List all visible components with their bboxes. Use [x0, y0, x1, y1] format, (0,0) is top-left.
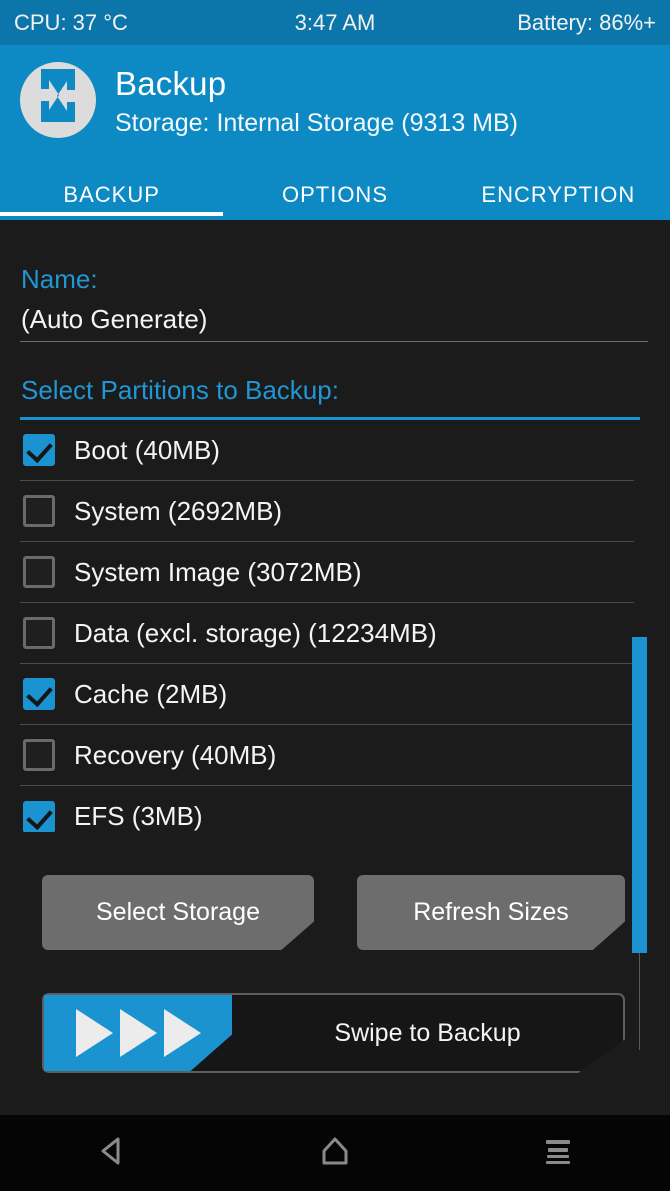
partition-row-system[interactable]: System (2692MB)	[20, 481, 634, 542]
page-title: Backup	[115, 65, 227, 102]
twrp-app-window: CPU: 37 °C 3:47 AM Battery: 86%+ Backup …	[0, 0, 670, 1191]
swipe-label: Swipe to Backup	[334, 1018, 521, 1047]
name-field-underline	[20, 341, 648, 342]
back-triangle-icon	[94, 1133, 130, 1174]
active-tab-indicator	[0, 212, 223, 216]
checkbox-unchecked-icon[interactable]	[23, 556, 55, 588]
status-bar: CPU: 37 °C 3:47 AM Battery: 86%+	[0, 0, 670, 45]
partition-label: EFS (3MB)	[74, 801, 203, 831]
checkbox-unchecked-icon[interactable]	[23, 495, 55, 527]
twrp-logo-icon	[20, 62, 96, 138]
partition-row-data[interactable]: Data (excl. storage) (12234MB)	[20, 603, 634, 664]
partition-label: Recovery (40MB)	[74, 739, 277, 770]
select-storage-button[interactable]: Select Storage	[42, 875, 314, 950]
triple-play-arrow-icon[interactable]	[44, 995, 232, 1071]
partition-list[interactable]: Boot (40MB) System (2692MB) System Image…	[20, 420, 634, 832]
home-icon	[317, 1133, 353, 1174]
swipe-to-backup-bar[interactable]: Swipe to Backup	[42, 993, 625, 1073]
checkbox-unchecked-icon[interactable]	[23, 617, 55, 649]
checkbox-checked-icon[interactable]	[23, 800, 55, 832]
play-arrow-icon	[119, 1009, 157, 1057]
storage-info: Storage: Internal Storage (9313 MB)	[115, 109, 519, 137]
partition-label: Data (excl. storage) (12234MB)	[74, 617, 437, 648]
play-arrow-icon	[75, 1009, 113, 1057]
partition-label: System Image (3072MB)	[74, 556, 362, 587]
play-arrow-icon	[163, 1009, 201, 1057]
partition-row-recovery[interactable]: Recovery (40MB)	[20, 725, 634, 786]
battery-status: Battery: 86%+	[517, 9, 656, 35]
nav-menu-button[interactable]	[447, 1115, 670, 1191]
tab-options[interactable]: OPTIONS	[223, 170, 446, 220]
partition-label: Cache (2MB)	[74, 678, 228, 709]
refresh-sizes-button[interactable]: Refresh Sizes	[357, 875, 625, 950]
android-navigation-bar	[0, 1115, 670, 1191]
name-label: Name:	[21, 264, 98, 294]
partition-row-cache[interactable]: Cache (2MB)	[20, 664, 634, 725]
main-content: Name: (Auto Generate) Select Partitions …	[0, 220, 670, 1115]
app-header: Backup Storage: Internal Storage (9313 M…	[0, 45, 670, 220]
checkbox-unchecked-icon[interactable]	[23, 739, 55, 771]
nav-home-button[interactable]	[223, 1115, 446, 1191]
partition-label: System (2692MB)	[74, 495, 283, 526]
menu-lines-icon	[540, 1133, 576, 1174]
checkbox-checked-icon[interactable]	[23, 678, 55, 710]
nav-back-button[interactable]	[0, 1115, 223, 1191]
action-button-row: Select Storage Refresh Sizes	[0, 875, 670, 950]
backup-name-input[interactable]: (Auto Generate)	[21, 304, 207, 335]
checkbox-checked-icon[interactable]	[23, 434, 55, 466]
partition-label: Boot (40MB)	[74, 434, 220, 465]
tab-encryption[interactable]: ENCRYPTION	[447, 170, 670, 220]
partitions-label: Select Partitions to Backup:	[21, 375, 339, 405]
partition-row-efs[interactable]: EFS (3MB)	[20, 786, 634, 832]
partition-row-system-image[interactable]: System Image (3072MB)	[20, 542, 634, 603]
partition-row-boot[interactable]: Boot (40MB)	[20, 420, 634, 481]
